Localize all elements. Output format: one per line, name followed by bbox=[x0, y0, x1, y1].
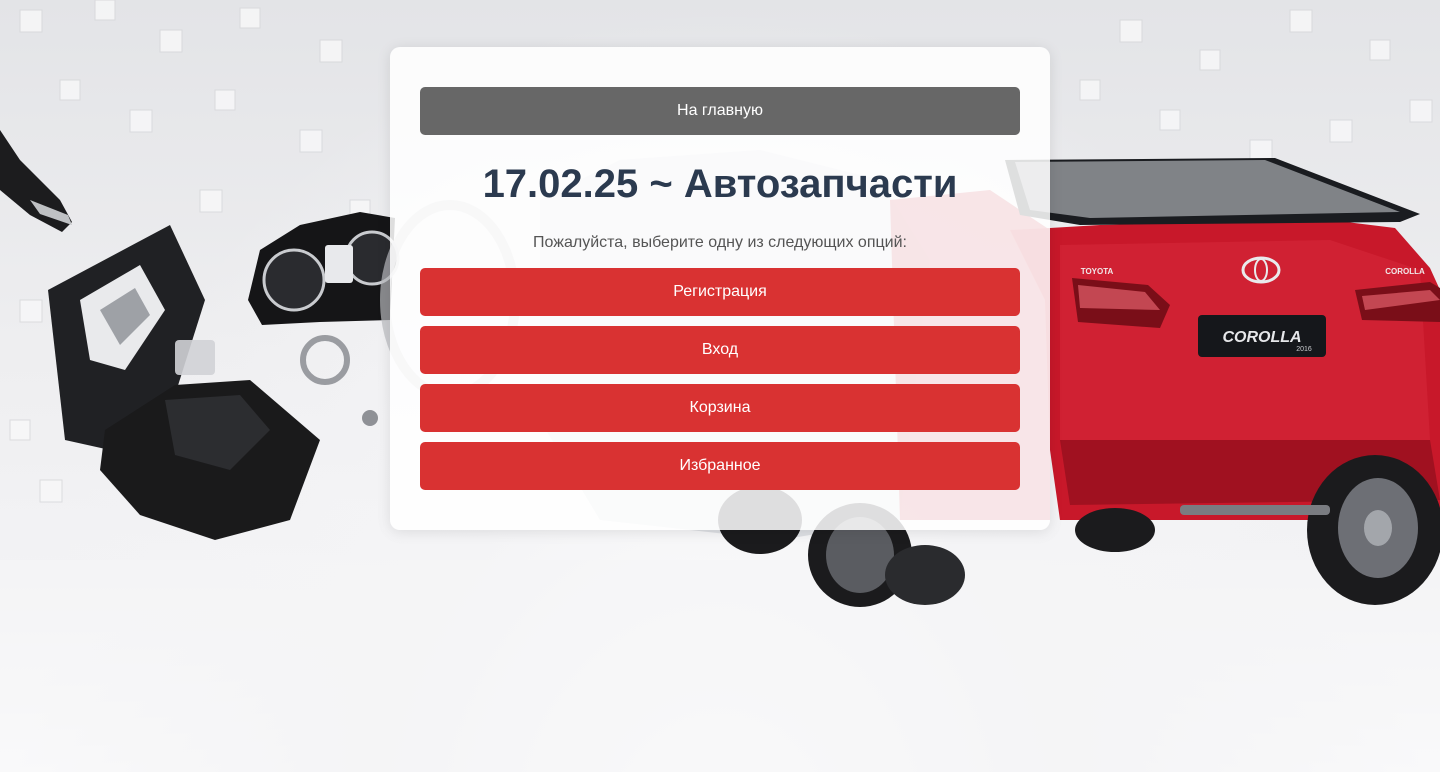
plate-badge-text: COROLLA bbox=[1222, 329, 1301, 346]
svg-text:2016: 2016 bbox=[1296, 346, 1312, 353]
page-subtitle: Пожалуйста, выберите одну из следующих о… bbox=[533, 234, 907, 251]
cart-button[interactable]: Корзина bbox=[420, 384, 1020, 432]
home-button[interactable]: На главную bbox=[420, 87, 1020, 135]
svg-text:TOYOTA: TOYOTA bbox=[1081, 267, 1114, 276]
favorites-button[interactable]: Избранное bbox=[420, 442, 1020, 490]
page-title: 17.02.25 ~ Автозапчасти bbox=[482, 162, 958, 206]
register-button[interactable]: Регистрация bbox=[420, 268, 1020, 316]
svg-text:COROLLA: COROLLA bbox=[1385, 267, 1425, 276]
options-panel: На главную 17.02.25 ~ Автозапчасти Пожал… bbox=[390, 47, 1050, 530]
login-button[interactable]: Вход bbox=[420, 326, 1020, 374]
